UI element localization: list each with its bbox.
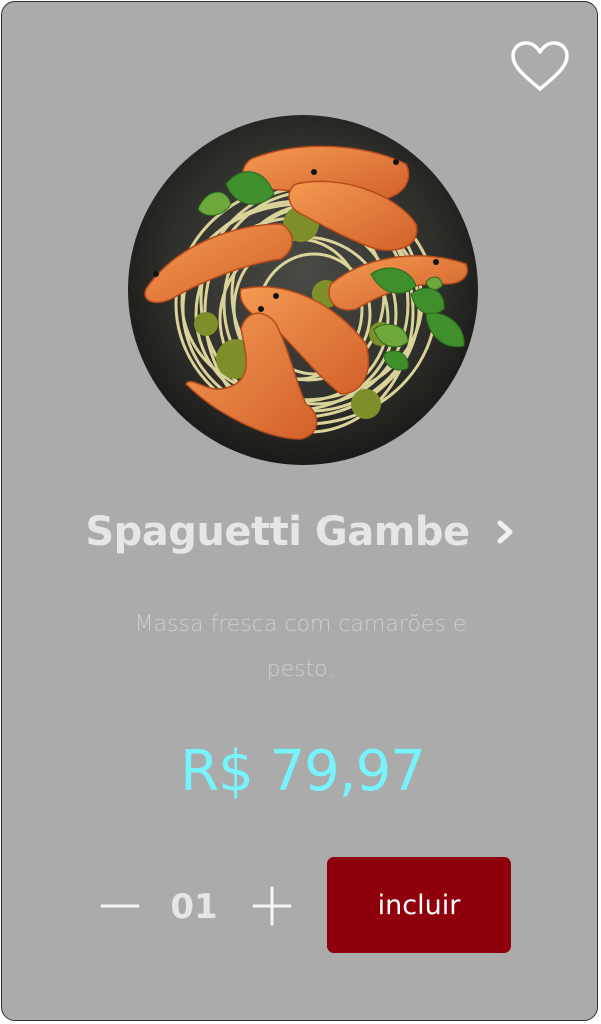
plus-icon[interactable] bbox=[250, 886, 294, 926]
product-description: Massa fresca com camarões e pesto. bbox=[134, 612, 467, 682]
add-to-cart-button[interactable]: incluir bbox=[327, 857, 511, 953]
heart-icon[interactable] bbox=[510, 40, 570, 94]
chevron-right-icon[interactable] bbox=[494, 518, 516, 546]
minus-icon[interactable] bbox=[98, 886, 142, 926]
product-price: R$ 79,97 bbox=[180, 739, 426, 804]
product-card: Spaguetti Gambe Massa fresca com camarõe… bbox=[1, 1, 598, 1021]
quantity-value: 01 bbox=[170, 887, 218, 927]
product-name: Spaguetti Gambe bbox=[85, 509, 470, 555]
product-title-row[interactable]: Spaguetti Gambe bbox=[2, 500, 597, 564]
dish-image bbox=[128, 115, 478, 465]
